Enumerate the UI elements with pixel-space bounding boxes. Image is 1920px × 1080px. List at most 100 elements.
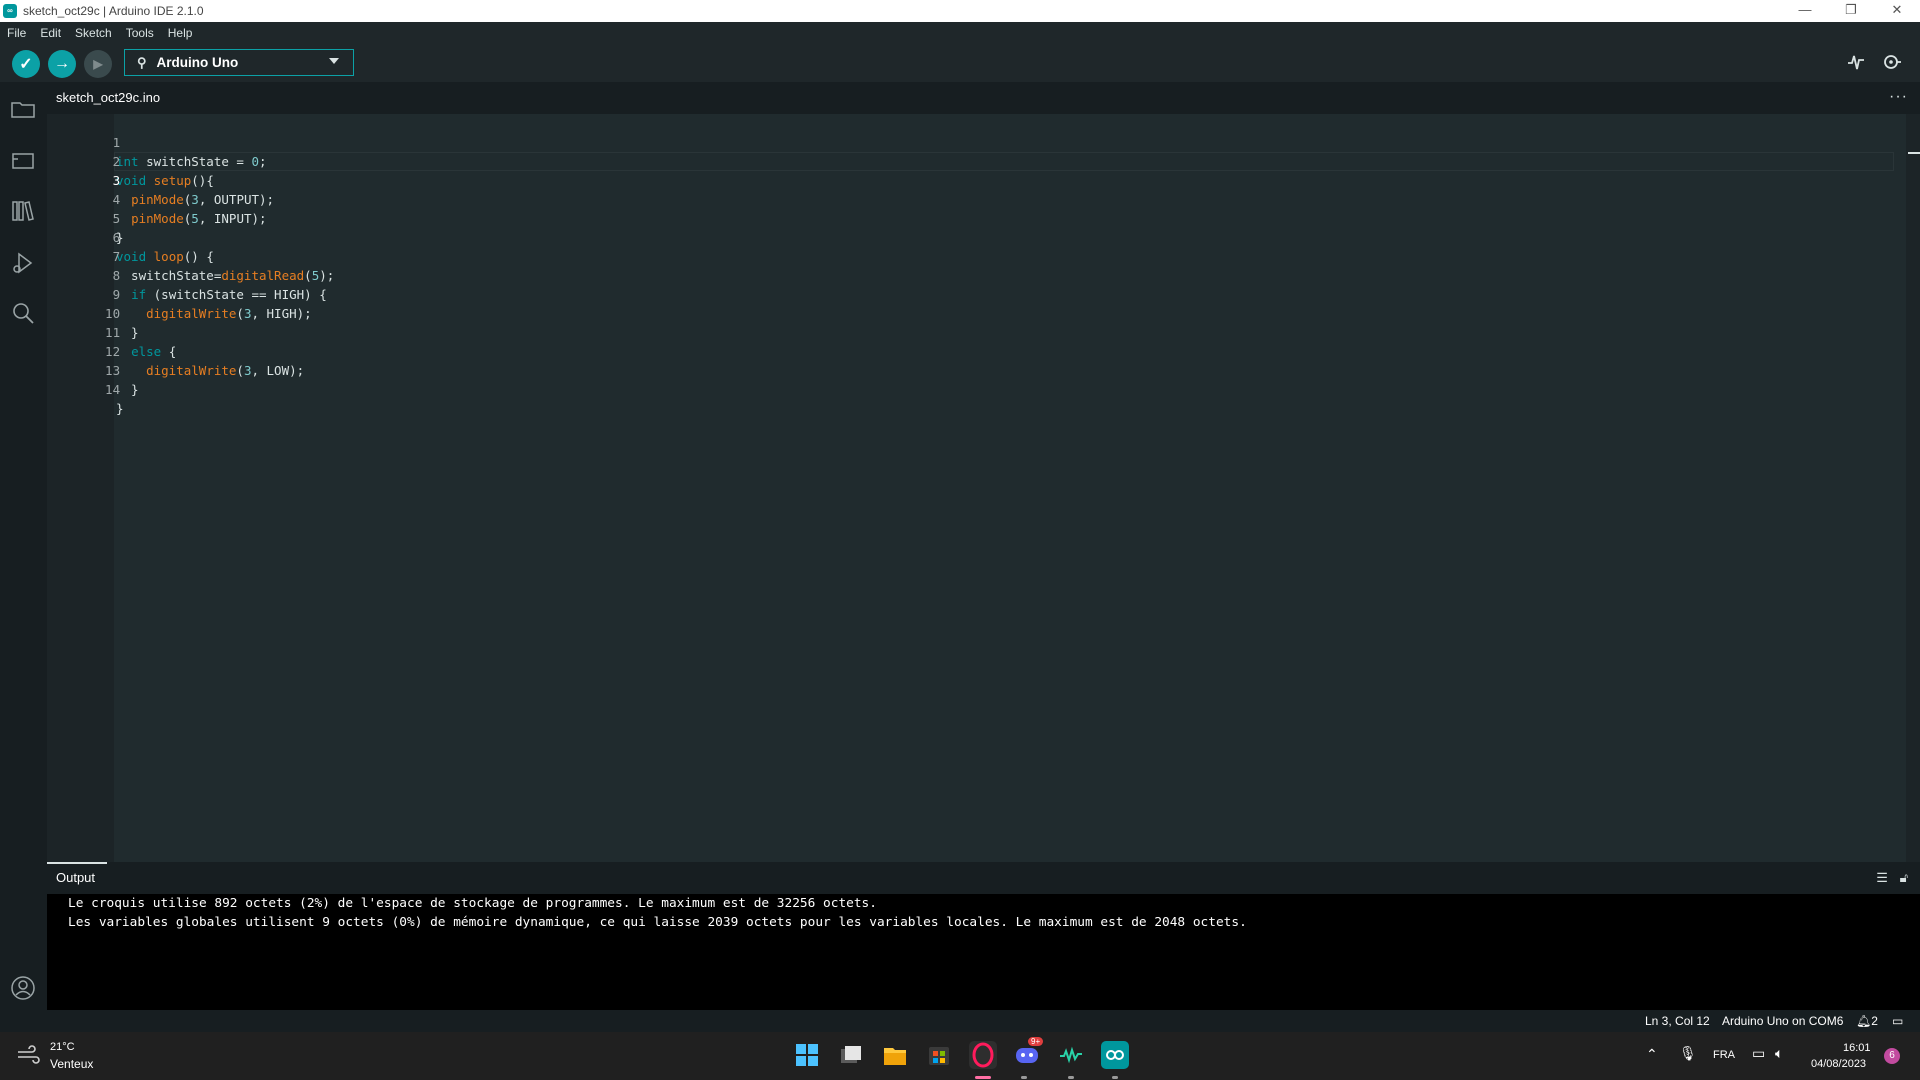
active-indicator bbox=[975, 1076, 991, 1079]
language-indicator[interactable]: FRA bbox=[1713, 1049, 1735, 1061]
title-bar: ∞ sketch_oct29c | Arduino IDE 2.1.0 — ❐ … bbox=[0, 0, 1920, 22]
chevron-down-icon bbox=[329, 58, 339, 64]
code-text: void loop() { bbox=[116, 249, 214, 264]
output-tab-indicator bbox=[47, 862, 107, 864]
code-line: 2 void setup(){ bbox=[47, 133, 214, 188]
boards-manager-icon[interactable] bbox=[10, 148, 36, 174]
code-line: 9 digitalWrite(3, HIGH); bbox=[47, 266, 312, 321]
tab-sketch-file[interactable]: sketch_oct29c.ino bbox=[47, 82, 169, 114]
start-button[interactable] bbox=[793, 1041, 821, 1069]
debug-icon[interactable] bbox=[10, 250, 36, 276]
more-icon[interactable]: ··· bbox=[1889, 88, 1908, 106]
code-line: 3 pinMode(3, OUTPUT); bbox=[47, 152, 275, 207]
code-line: 7 switchState=digitalRead(5); bbox=[47, 228, 335, 283]
editor-tab-bar: sketch_oct29c.ino ··· bbox=[47, 82, 1920, 114]
window-title: sketch_oct29c | Arduino IDE 2.1.0 bbox=[23, 4, 204, 18]
clock-date[interactable]: 04/08/2023 bbox=[1811, 1058, 1866, 1070]
code-line: 10 } bbox=[47, 285, 139, 340]
code-line: 1 int switchState = 0; bbox=[47, 114, 267, 169]
running-indicator bbox=[1112, 1076, 1118, 1079]
toggle-panel-icon[interactable]: ▭ bbox=[1892, 1014, 1903, 1028]
code-line: 14 } bbox=[47, 361, 123, 416]
weather-description: Venteux bbox=[50, 1057, 94, 1071]
code-line: 4 pinMode(5, INPUT); bbox=[47, 171, 267, 226]
library-manager-icon[interactable] bbox=[10, 198, 36, 224]
network-icon[interactable]: ▭ bbox=[1752, 1045, 1765, 1062]
code-text: digitalWrite(3, HIGH); bbox=[146, 306, 312, 321]
code-text: pinMode(3, OUTPUT); bbox=[131, 192, 275, 207]
weather-temperature: 21°C bbox=[50, 1041, 75, 1053]
code-line: 6 void loop() { bbox=[47, 209, 214, 264]
discord-badge: 9+ bbox=[1028, 1037, 1044, 1046]
code-text: void setup(){ bbox=[116, 173, 214, 188]
code-text: if (switchState == HIGH) { bbox=[131, 287, 327, 302]
code-text: int switchState = 0; bbox=[116, 154, 267, 169]
code-line: 12 digitalWrite(3, LOW); bbox=[47, 323, 304, 378]
line-number: 14 bbox=[105, 382, 121, 397]
arduino-icon: ∞ bbox=[3, 4, 17, 18]
code-text: switchState=digitalRead(5); bbox=[116, 268, 335, 283]
output-actions: ☰ 🔓︎ bbox=[1876, 870, 1908, 886]
store-icon[interactable] bbox=[925, 1041, 953, 1069]
clear-output-icon[interactable]: ☰ bbox=[1876, 870, 1888, 885]
code-editor[interactable]: 1 int switchState = 0; 2 void setup(){ 3… bbox=[47, 114, 1920, 862]
usb-icon: ⚲ bbox=[137, 54, 147, 70]
bell-icon: 🔔︎ bbox=[1856, 1014, 1872, 1028]
cursor-position[interactable]: Ln 3, Col 12 bbox=[1645, 1014, 1710, 1028]
clock-time[interactable]: 16:01 bbox=[1843, 1042, 1871, 1054]
debug-play-icon: ▶ bbox=[93, 57, 103, 71]
running-indicator bbox=[1021, 1076, 1027, 1079]
menu-edit[interactable]: Edit bbox=[33, 26, 68, 40]
menu-sketch[interactable]: Sketch bbox=[68, 26, 119, 40]
menu-tools[interactable]: Tools bbox=[119, 26, 161, 40]
close-button[interactable]: ✕ bbox=[1874, 0, 1920, 22]
chevron-up-icon[interactable]: ⌃ bbox=[1646, 1046, 1658, 1063]
notification-badge[interactable]: 6 bbox=[1884, 1048, 1900, 1064]
output-header: Output ☰ 🔓︎ bbox=[47, 862, 1920, 894]
menu-file[interactable]: File bbox=[0, 26, 33, 40]
board-selector[interactable]: ⚲ Arduino Uno bbox=[124, 49, 354, 76]
notifications-status[interactable]: 🔔︎2 bbox=[1856, 1014, 1878, 1028]
volume-icon[interactable]: 🔈︎ bbox=[1775, 1045, 1783, 1062]
search-icon[interactable] bbox=[10, 300, 36, 326]
file-explorer-icon[interactable] bbox=[881, 1041, 909, 1069]
code-line: 5 } bbox=[47, 190, 124, 245]
current-line-highlight bbox=[114, 152, 1894, 171]
restore-button[interactable]: ❐ bbox=[1828, 0, 1874, 22]
waveform-app-icon[interactable] bbox=[1057, 1041, 1085, 1069]
code-line: 13 } bbox=[47, 342, 139, 397]
output-title[interactable]: Output bbox=[56, 870, 95, 885]
code-line: 8 if (switchState == HIGH) { bbox=[47, 247, 327, 302]
weather-icon[interactable] bbox=[16, 1045, 40, 1070]
debug-button[interactable]: ▶ bbox=[84, 50, 112, 78]
window-controls: — ❐ ✕ bbox=[1782, 0, 1920, 22]
menu-bar: File Edit Sketch Tools Help bbox=[0, 22, 1920, 44]
toolbar: ✓ → ▶ ⚲ Arduino Uno bbox=[0, 44, 1920, 82]
board-name: Arduino Uno bbox=[156, 55, 239, 70]
upload-button[interactable]: → bbox=[48, 50, 76, 78]
serial-monitor-icon[interactable] bbox=[1882, 53, 1902, 76]
code-text: pinMode(5, INPUT); bbox=[131, 211, 267, 226]
minimize-button[interactable]: — bbox=[1782, 0, 1828, 22]
verify-button[interactable]: ✓ bbox=[12, 50, 40, 78]
code-text: digitalWrite(3, LOW); bbox=[146, 363, 305, 378]
opera-gx-icon[interactable] bbox=[969, 1041, 997, 1069]
output-console[interactable]: Le croquis utilise 892 octets (2%) de l'… bbox=[47, 894, 1920, 1010]
task-view-icon[interactable] bbox=[837, 1041, 865, 1069]
cursor-marker bbox=[1908, 152, 1920, 154]
code-text: } bbox=[116, 401, 124, 416]
output-line: Les variables globales utilisent 9 octet… bbox=[68, 915, 1247, 930]
sketchbook-icon[interactable] bbox=[10, 96, 36, 122]
menu-help[interactable]: Help bbox=[161, 26, 200, 40]
arduino-ide-taskbar-icon[interactable] bbox=[1101, 1041, 1129, 1069]
microphone-icon[interactable]: 🎙︎ bbox=[1679, 1045, 1697, 1062]
serial-plotter-icon[interactable] bbox=[1847, 53, 1865, 76]
code-text: else { bbox=[131, 344, 177, 359]
check-icon: ✓ bbox=[19, 56, 33, 73]
account-icon[interactable] bbox=[10, 975, 36, 1001]
editor-scrollbar[interactable] bbox=[1906, 114, 1920, 862]
status-bar: Ln 3, Col 12 Arduino Uno on COM6 🔔︎2 ▭ bbox=[0, 1010, 1920, 1032]
board-port-status[interactable]: Arduino Uno on COM6 bbox=[1722, 1014, 1843, 1028]
lock-icon[interactable]: 🔓︎ bbox=[1900, 870, 1908, 885]
windows-taskbar: 21°C Venteux 9+ ⌃ 🎙︎ FRA ▭ 🔈︎ 16:01 04/0… bbox=[0, 1032, 1920, 1080]
